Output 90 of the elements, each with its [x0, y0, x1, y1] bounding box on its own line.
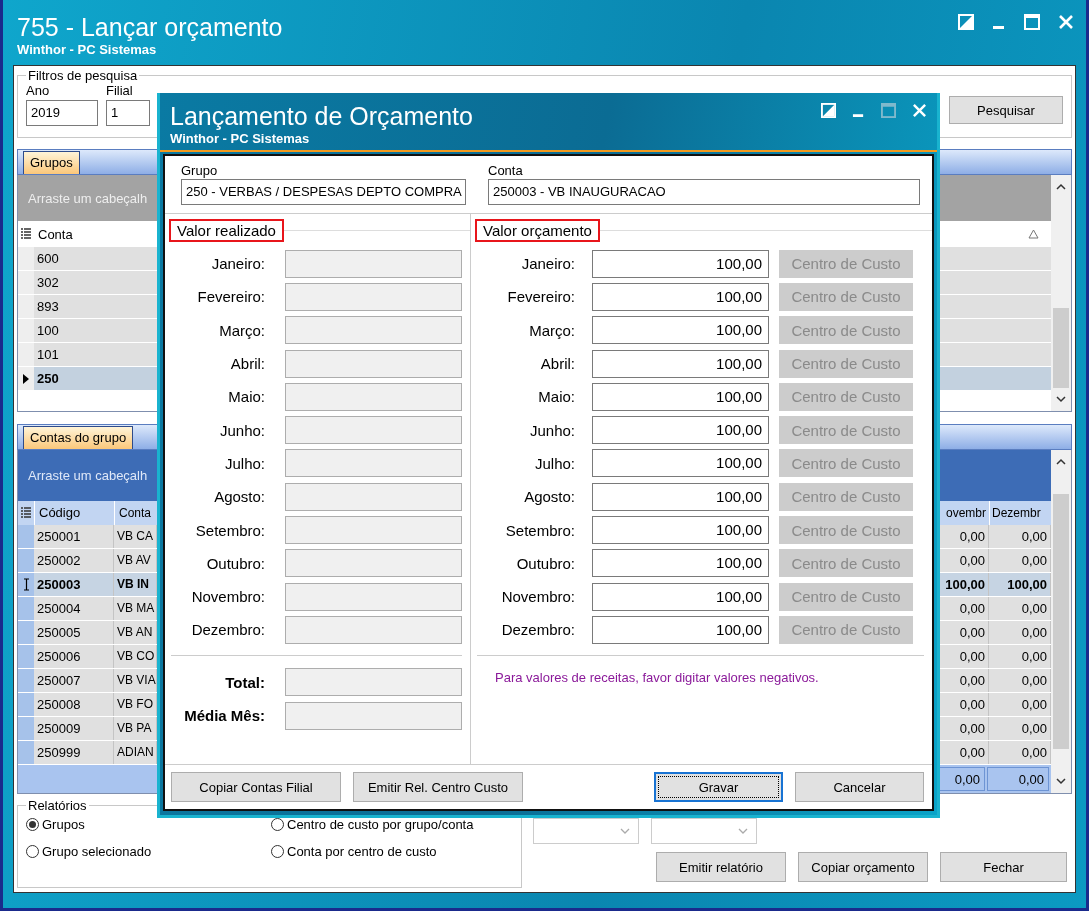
- field-label: Grupo: [181, 163, 219, 179]
- half-square-icon[interactable]: [958, 14, 974, 30]
- radio-label: Grupos: [42, 817, 85, 832]
- maximize-icon[interactable]: [881, 103, 896, 118]
- month-label: Março:: [218, 321, 265, 339]
- text-cursor-icon: [22, 578, 30, 591]
- month-label: Dezembro:: [190, 621, 265, 639]
- month-label: Novembro:: [500, 588, 575, 606]
- field-label: Filial: [106, 83, 134, 98]
- scrollbar-thumb[interactable]: [1053, 308, 1069, 388]
- window-subtitle: Winthor - PC Sistemas: [17, 42, 158, 58]
- close-icon[interactable]: [912, 103, 927, 118]
- month-label: Julho:: [223, 454, 265, 472]
- list-icon[interactable]: [21, 507, 31, 519]
- row-pointer-icon: [23, 373, 29, 384]
- action-button[interactable]: Copiar Contas Filial: [171, 772, 341, 802]
- month-label: Outubro:: [515, 554, 575, 572]
- drag-hint: Arraste um cabeçalh: [28, 190, 148, 206]
- group-legend: Relatórios: [26, 798, 89, 813]
- list-icon[interactable]: [21, 228, 31, 240]
- month-label: Julho:: [533, 454, 575, 472]
- row-selector[interactable]: [18, 367, 34, 390]
- radio-button[interactable]: [26, 845, 39, 858]
- field-label: Ano: [26, 83, 51, 98]
- month-label: Outubro:: [205, 554, 265, 572]
- month-label: Setembro:: [504, 521, 575, 539]
- month-label: Maio:: [227, 388, 265, 406]
- group-legend: Filtros de pesquisa: [26, 68, 140, 83]
- chevron-up-icon[interactable]: [1056, 183, 1066, 190]
- field-label: Conta: [488, 163, 524, 179]
- action-button[interactable]: Fechar: [940, 852, 1067, 882]
- close-icon[interactable]: [1058, 14, 1074, 30]
- chevron-down-icon[interactable]: [1056, 396, 1066, 403]
- total-cell: 0,00: [987, 767, 1049, 791]
- table-cell: 250001: [34, 525, 114, 548]
- chevron-down-icon[interactable]: [1056, 778, 1066, 785]
- search-button[interactable]: Pesquisar: [949, 96, 1063, 124]
- table-cell: 250004: [34, 597, 114, 620]
- section-title: Valor realizado: [169, 219, 284, 242]
- hint-text: Para valores de receitas, favor digitar valores negativos.: [494, 668, 820, 687]
- month-label: Março:: [528, 321, 575, 339]
- scrollbar-thumb[interactable]: [1053, 494, 1069, 749]
- total-label: Total:: [224, 673, 265, 691]
- month-label: Maio:: [537, 388, 575, 406]
- window-title: 755 - Lançar orçamento: [17, 12, 283, 42]
- table-cell: 250007: [34, 669, 114, 692]
- month-label: Agosto:: [523, 488, 575, 506]
- table-cell: 250008: [34, 693, 114, 716]
- radio-label: Centro de custo por grupo/conta: [287, 817, 474, 832]
- sort-icon[interactable]: [1028, 229, 1039, 239]
- drag-hint: Arraste um cabeçalh: [28, 468, 148, 483]
- text-field[interactable]: 250003 - VB INAUGURACAO: [488, 179, 920, 205]
- dialog-subtitle: Winthor - PC Sistemas: [170, 131, 311, 147]
- month-label: Novembro:: [190, 588, 265, 606]
- table-cell: 250006: [34, 645, 114, 668]
- total-label: Média Mês:: [183, 707, 265, 724]
- table-cell: 250005: [34, 621, 114, 644]
- month-label: Dezembro:: [500, 621, 575, 639]
- table-cell: 250002: [34, 549, 114, 572]
- table-cell: 250999: [34, 741, 114, 764]
- radio-button[interactable]: [26, 818, 39, 831]
- chevron-up-icon[interactable]: [1056, 458, 1066, 465]
- tab[interactable]: Contas do grupo: [23, 426, 134, 449]
- section-title: Valor orçamento: [475, 219, 600, 242]
- month-label: Janeiro:: [520, 255, 575, 273]
- month-label: Junho:: [528, 421, 575, 439]
- chevron-down-icon: [620, 827, 630, 835]
- action-button[interactable]: Emitir Rel. Centro Custo: [353, 772, 523, 802]
- month-label: Setembro:: [194, 521, 265, 539]
- month-label: Janeiro:: [210, 255, 265, 273]
- text-field[interactable]: 1: [106, 100, 150, 126]
- radio-label: Grupo selecionado: [42, 844, 152, 859]
- action-button[interactable]: Emitir relatório: [656, 852, 786, 882]
- radio-button[interactable]: [271, 845, 284, 858]
- text-field[interactable]: 250 - VERBAS / DESPESAS DEPTO COMPRA: [181, 179, 466, 205]
- radio-button[interactable]: [271, 818, 284, 831]
- table-cell: 250009: [34, 717, 114, 740]
- text-field[interactable]: 2019: [26, 100, 98, 126]
- action-button[interactable]: Gravar: [654, 772, 783, 802]
- row-selector[interactable]: [18, 573, 34, 596]
- action-button[interactable]: Cancelar: [795, 772, 924, 802]
- radio-label: Conta por centro de custo: [287, 844, 437, 859]
- dialog-title: Lançamento de Orçamento: [170, 101, 473, 131]
- month-label: Junho:: [218, 421, 265, 439]
- tab[interactable]: Grupos: [23, 151, 80, 174]
- table-cell: 250003: [34, 573, 114, 596]
- chevron-down-icon: [738, 827, 748, 835]
- month-label: Agosto:: [213, 488, 265, 506]
- action-button[interactable]: Copiar orçamento: [798, 852, 928, 882]
- half-square-icon[interactable]: [821, 103, 836, 118]
